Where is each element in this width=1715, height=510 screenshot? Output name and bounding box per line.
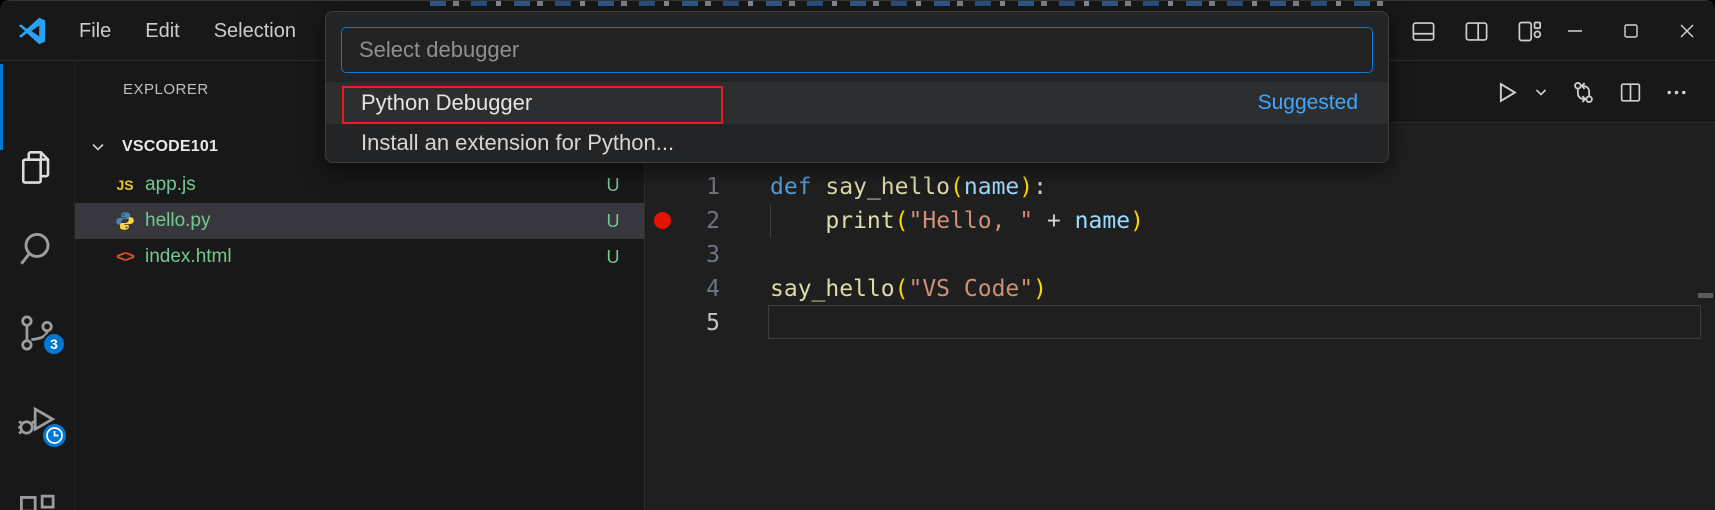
chevron-down-icon: [88, 137, 108, 157]
quickpick-item-meta: Suggested: [1258, 91, 1358, 115]
line-number-3[interactable]: 3: [683, 238, 720, 272]
sidebar-item-search[interactable]: [15, 228, 59, 272]
editor-actions: [1493, 61, 1689, 123]
menu-file[interactable]: File: [62, 14, 128, 49]
git-untracked-badge: U: [598, 211, 628, 232]
activity-bar: 3: [0, 61, 75, 510]
red-annotation-box: [342, 86, 723, 124]
sidebar-title: EXPLORER: [123, 81, 209, 98]
code-editor[interactable]: 12345 def say_hello(name): print("Hello,…: [645, 123, 1715, 510]
line-number-4[interactable]: 4: [683, 272, 720, 306]
pending-session-clock-icon: [41, 422, 68, 449]
menubar: FileEditSelection: [62, 1, 313, 61]
select-debugger-quickpick: Select debugger Python Debugger Suggeste…: [325, 11, 1389, 163]
file-name: index.html: [145, 246, 232, 268]
quickpick-placeholder: Select debugger: [359, 37, 519, 63]
minimize-button[interactable]: [1547, 1, 1603, 61]
breakpoint-icon[interactable]: [654, 212, 671, 229]
line-number-1[interactable]: 1: [683, 170, 720, 204]
python-file-icon: [114, 210, 136, 232]
window-controls: [1547, 1, 1715, 61]
extensions-icon: [15, 491, 59, 510]
code-line-4[interactable]: say_hello("VS Code"): [770, 272, 1144, 306]
more-actions-icon[interactable]: [1664, 80, 1689, 105]
open-changes-icon[interactable]: [1570, 79, 1597, 106]
line-number-2[interactable]: 2: [683, 204, 720, 238]
customize-layout-icon[interactable]: [1516, 18, 1543, 45]
quickpick-input[interactable]: Select debugger: [341, 27, 1373, 73]
menu-edit[interactable]: Edit: [128, 14, 196, 49]
overview-ruler-mark: [1698, 293, 1713, 298]
active-view-indicator: [0, 64, 3, 150]
maximize-button[interactable]: [1603, 1, 1659, 61]
line-number-5[interactable]: 5: [683, 306, 720, 340]
vscode-logo-icon: [17, 16, 47, 46]
code-line-2[interactable]: print("Hello, " + name): [770, 204, 1144, 238]
split-editor-icon[interactable]: [1618, 80, 1643, 105]
file-row-hellopy[interactable]: hello.py U: [75, 203, 644, 239]
html-file-icon: <>: [114, 246, 136, 268]
menu-selection[interactable]: Selection: [197, 14, 313, 49]
sidebar-item-explorer[interactable]: [15, 145, 59, 189]
file-row-appjs[interactable]: JS app.js U: [75, 167, 644, 203]
quickpick-item-install-extension[interactable]: Install an extension for Python...: [326, 124, 1389, 162]
line-number-gutter[interactable]: 12345: [683, 170, 720, 340]
obscured-title-text: [430, 1, 1395, 6]
code-lines[interactable]: def say_hello(name): print("Hello, " + n…: [770, 170, 1144, 340]
source-control-badge: 3: [42, 332, 66, 356]
quickpick-item-label: Install an extension for Python...: [361, 130, 674, 156]
sidebar-item-source-control[interactable]: 3: [15, 311, 59, 355]
file-name: hello.py: [145, 210, 211, 232]
sidebar-item-extensions[interactable]: [15, 491, 59, 510]
git-untracked-badge: U: [598, 175, 628, 196]
run-dropdown-icon[interactable]: [1533, 84, 1549, 100]
vscode-window: FileEditSelection: [0, 0, 1715, 510]
file-row-indexhtml[interactable]: <> index.html U: [75, 239, 644, 275]
git-untracked-badge: U: [598, 247, 628, 268]
toggle-secondary-sidebar-icon[interactable]: [1463, 18, 1490, 45]
javascript-file-icon: JS: [114, 174, 136, 196]
code-line-1[interactable]: def say_hello(name):: [770, 170, 1144, 204]
code-line-3[interactable]: [770, 238, 1144, 272]
toggle-panel-icon[interactable]: [1410, 18, 1437, 45]
code-line-5[interactable]: [770, 306, 1144, 340]
folder-label: VSCODE101: [122, 138, 218, 156]
layout-controls: [1410, 1, 1543, 61]
files-icon: [15, 145, 59, 189]
search-icon: [15, 228, 59, 272]
run-icon[interactable]: [1493, 79, 1520, 106]
sidebar-item-run-debug[interactable]: [15, 399, 59, 443]
file-name: app.js: [145, 174, 196, 196]
close-button[interactable]: [1659, 1, 1715, 61]
